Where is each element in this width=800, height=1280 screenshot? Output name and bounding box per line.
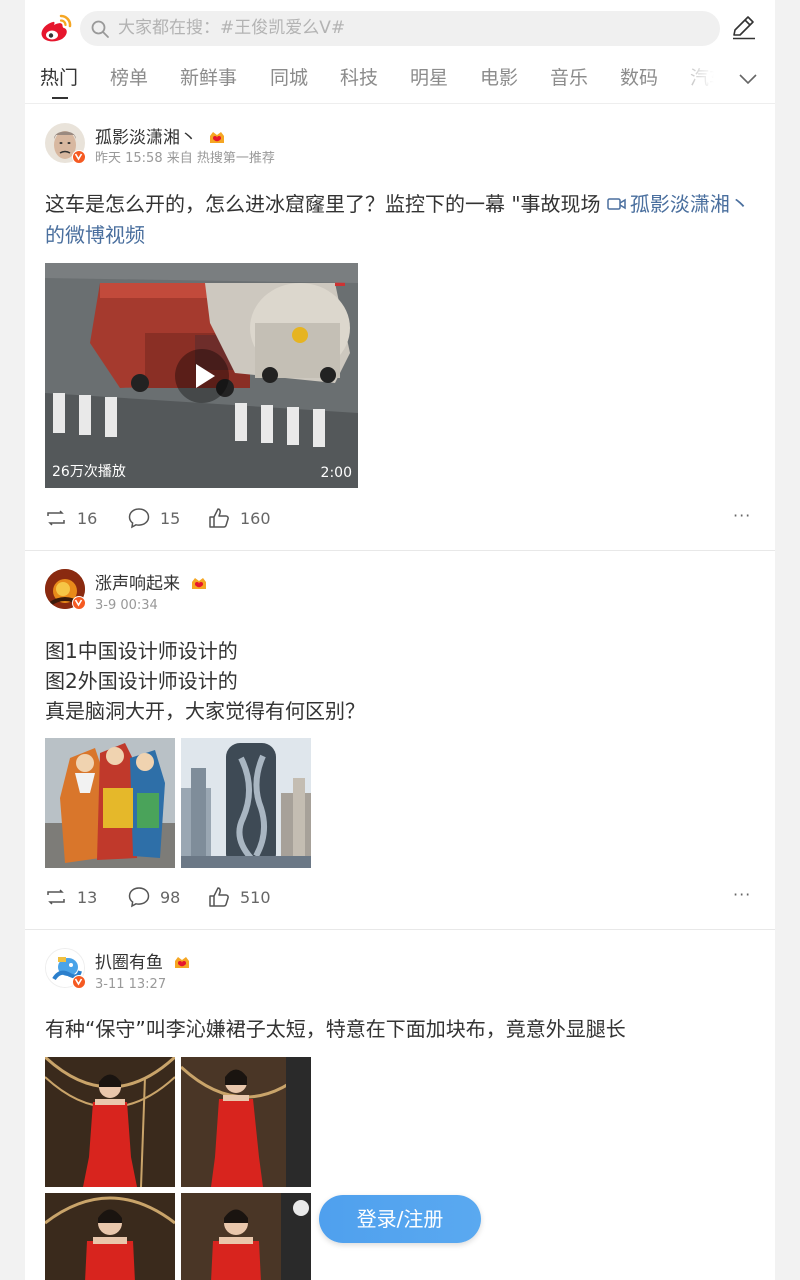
weibo-feed-page: 大家都在搜：#王俊凯爱么V# 热门 榜单 新鲜事 同城 科技 明星 电影 音乐 … <box>25 0 775 1280</box>
comment-icon <box>128 887 150 908</box>
post-image[interactable] <box>181 738 311 868</box>
vip-crown-icon <box>175 957 189 968</box>
comment-count: 15 <box>160 509 181 528</box>
username[interactable]: 扒圈有鱼 <box>95 952 163 974</box>
repost-icon <box>47 889 65 905</box>
repost-count: 13 <box>77 888 98 907</box>
more-options-button[interactable]: ··· <box>733 885 751 904</box>
tab-fresh[interactable]: 新鲜事 <box>180 66 237 90</box>
like-icon <box>209 508 229 528</box>
post-image[interactable] <box>181 1057 311 1187</box>
post-body: 有种“保守”叫李沁嫌裙子太短，特意在下面加块布，竟意外显腿长 <box>45 1017 626 1041</box>
search-placeholder: 大家都在搜：#王俊凯爱么V# <box>118 18 346 38</box>
comment-count: 98 <box>160 888 181 907</box>
search-icon <box>91 20 109 38</box>
play-button[interactable] <box>175 349 229 403</box>
tab-hot[interactable]: 热门 <box>40 66 78 90</box>
repost-count: 16 <box>77 509 98 528</box>
play-icon <box>196 364 215 388</box>
category-tabs: 热门 榜单 新鲜事 同城 科技 明星 电影 音乐 数码 汽车 <box>25 56 775 104</box>
chevron-down-icon[interactable] <box>737 68 759 90</box>
vip-crown-icon <box>192 578 206 589</box>
post-meta: 3-11 13:27 <box>95 977 167 992</box>
tab-digital[interactable]: 数码 <box>620 66 658 90</box>
username[interactable]: 涨声响起来 <box>95 573 180 595</box>
video-duration: 2:00 <box>320 465 352 481</box>
post-text: 这车是怎么开的，怎么进冰窟窿里了？监控下的一幕 "事故现场 孤影淡潇湘丶的微博视… <box>45 189 755 251</box>
tab-movies[interactable]: 电影 <box>480 66 518 90</box>
verified-badge-icon <box>72 596 86 610</box>
repost-icon <box>47 510 65 526</box>
verified-badge-icon <box>72 150 86 164</box>
verified-badge-icon <box>72 975 86 989</box>
post-text: 有种“保守”叫李沁嫌裙子太短，特意在下面加块布，竟意外显腿长 <box>45 1014 755 1045</box>
post-meta: 昨天 15:58 来自 热搜第一推荐 <box>95 151 275 166</box>
post-image[interactable] <box>181 1193 311 1280</box>
username[interactable]: 孤影淡潇湘丶 <box>95 127 197 149</box>
repost-button[interactable]: 13 <box>45 883 115 913</box>
post-image[interactable] <box>45 1057 175 1187</box>
compose-icon[interactable] <box>729 13 757 41</box>
post-text-line: 真是脑洞大开，大家觉得有何区别？ <box>45 699 365 723</box>
post-actions: 16 15 160 ··· <box>25 504 775 534</box>
more-options-button[interactable]: ··· <box>733 506 751 525</box>
tab-stars[interactable]: 明星 <box>410 66 448 90</box>
comment-button[interactable]: 15 <box>128 504 198 534</box>
tab-ranking[interactable]: 榜单 <box>110 66 148 90</box>
tab-local[interactable]: 同城 <box>270 66 308 90</box>
video-link-icon <box>607 198 626 210</box>
post-text-line: 图1中国设计师设计的 <box>45 639 238 663</box>
post-text-line: 图2外国设计师设计的 <box>45 669 238 693</box>
post-meta: 3-9 00:34 <box>95 598 158 613</box>
post-body: 这车是怎么开的，怎么进冰窟窿里了？监控下的一幕 "事故现场 <box>45 192 607 216</box>
weibo-logo-icon[interactable] <box>39 12 73 44</box>
like-icon <box>209 887 229 907</box>
post-image[interactable] <box>45 1193 175 1280</box>
video-play-count: 26万次播放 <box>52 464 126 480</box>
tab-music[interactable]: 音乐 <box>550 66 588 90</box>
active-tab-indicator <box>52 97 68 99</box>
feed-post: 涨声响起来 3-9 00:34 图1中国设计师设计的 图2外国设计师设计的 真是… <box>25 551 775 929</box>
post-actions: 13 98 510 ··· <box>25 883 775 913</box>
like-count: 510 <box>240 888 271 907</box>
video-player[interactable]: 26万次播放 2:00 <box>45 263 358 488</box>
vip-crown-icon <box>210 132 224 143</box>
like-button[interactable]: 510 <box>208 883 288 913</box>
like-button[interactable]: 160 <box>208 504 288 534</box>
tab-fade-overlay <box>665 56 735 103</box>
search-bar[interactable]: 大家都在搜：#王俊凯爱么V# <box>80 11 720 46</box>
post-text: 图1中国设计师设计的 图2外国设计师设计的 真是脑洞大开，大家觉得有何区别？ <box>45 636 755 726</box>
top-bar: 大家都在搜：#王俊凯爱么V# <box>25 0 775 56</box>
like-count: 160 <box>240 509 271 528</box>
comment-icon <box>128 508 150 529</box>
login-register-button[interactable]: 登录/注册 <box>319 1195 481 1243</box>
comment-button[interactable]: 98 <box>128 883 198 913</box>
feed-post: 孤影淡潇湘丶 昨天 15:58 来自 热搜第一推荐 这车是怎么开的，怎么进冰窟窿… <box>25 105 775 550</box>
post-image[interactable] <box>45 738 175 868</box>
tab-tech[interactable]: 科技 <box>340 66 378 90</box>
repost-button[interactable]: 16 <box>45 504 115 534</box>
